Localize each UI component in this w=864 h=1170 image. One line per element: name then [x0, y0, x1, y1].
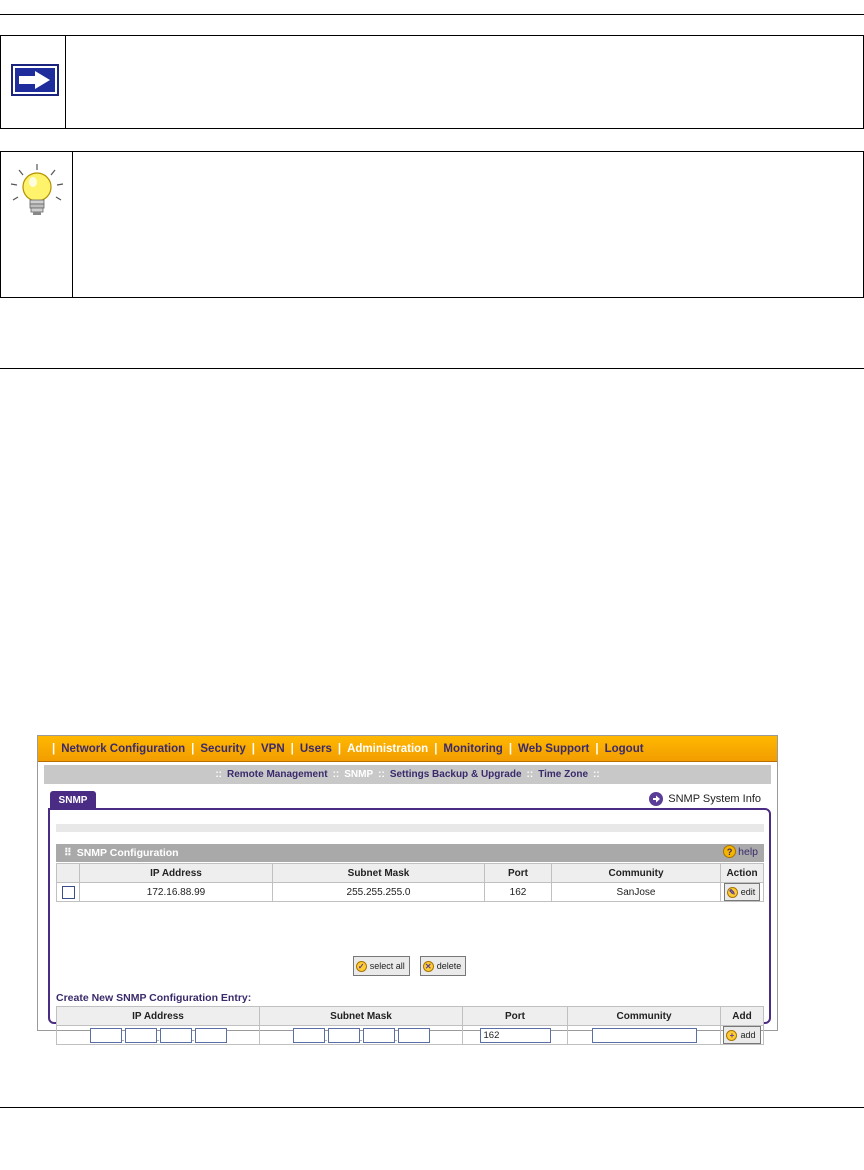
row-ip: 172.16.88.99 [79, 882, 273, 902]
nav-web-support[interactable]: Web Support [518, 743, 589, 755]
help-link[interactable]: ? help [723, 845, 758, 858]
x-icon: ✕ [422, 960, 434, 972]
subnav-time-zone[interactable]: Time Zone [538, 769, 588, 780]
grip-icon: ⠿ [64, 847, 72, 859]
select-all-button[interactable]: ✓ select all [352, 956, 410, 976]
arrow-circle-icon [649, 792, 664, 806]
note-divider [65, 36, 66, 128]
subnav-snmp[interactable]: SNMP [344, 769, 373, 780]
create-entry-title: Create New SNMP Configuration Entry: [56, 992, 252, 1004]
nav-administration[interactable]: Administration [347, 743, 428, 755]
edit-button[interactable]: ✎ edit [723, 883, 761, 901]
subnav-remote-management[interactable]: Remote Management [227, 769, 328, 780]
row-checkbox[interactable] [61, 885, 75, 899]
check-icon: ✓ [355, 960, 367, 972]
new-ip-octet-4[interactable] [194, 1027, 227, 1043]
nav-security[interactable]: Security [200, 743, 245, 755]
snmp-system-info-link[interactable]: SNMP System Info [649, 792, 761, 806]
create-col-ip: IP Address [56, 1006, 260, 1026]
col-community: Community [551, 863, 721, 883]
new-ip-fields: ... [56, 1025, 260, 1045]
sub-navigation: :: Remote Management :: SNMP :: Settings… [44, 765, 771, 784]
new-ip-octet-2[interactable] [124, 1027, 157, 1043]
new-community-input[interactable] [591, 1027, 697, 1043]
nav-vpn[interactable]: VPN [261, 743, 285, 755]
snmp-config-header: ⠿ SNMP Configuration ? help [56, 844, 764, 862]
nav-monitoring[interactable]: Monitoring [443, 743, 502, 755]
create-col-port: Port [462, 1006, 568, 1026]
create-col-add: Add [720, 1006, 764, 1026]
lightbulb-icon [7, 162, 67, 224]
create-entry-row: ... ... 162 + add [56, 1025, 764, 1045]
snmp-config-table: IP Address Subnet Mask Port Community Ac… [56, 863, 764, 902]
snmp-system-info-label: SNMP System Info [668, 793, 761, 805]
col-ip-address: IP Address [79, 863, 273, 883]
add-label: add [740, 1030, 756, 1040]
col-port: Port [484, 863, 552, 883]
edit-label: edit [740, 887, 756, 897]
new-ip-octet-3[interactable] [159, 1027, 192, 1043]
create-col-community: Community [567, 1006, 721, 1026]
table-row: 172.16.88.99 255.255.255.0 162 SanJose ✎… [56, 882, 764, 902]
router-ui-screenshot: | Network Configuration | Security | VPN… [37, 735, 778, 1045]
subnav-settings-backup[interactable]: Settings Backup & Upgrade [390, 769, 522, 780]
delete-button[interactable]: ✕ delete [419, 956, 467, 976]
add-button[interactable]: + add [723, 1026, 761, 1044]
new-port-input[interactable]: 162 [479, 1027, 551, 1043]
help-label: help [738, 845, 758, 858]
nav-logout[interactable]: Logout [605, 743, 644, 755]
action-buttons: ✓ select all ✕ delete [50, 956, 769, 976]
new-mask-octet-1[interactable] [292, 1027, 325, 1043]
right-arrow-icon [11, 64, 59, 96]
nav-users[interactable]: Users [300, 743, 332, 755]
col-select [56, 863, 80, 883]
note-box [0, 35, 864, 129]
new-mask-octet-3[interactable] [362, 1027, 395, 1043]
top-rule [0, 14, 864, 15]
plus-icon: + [726, 1029, 738, 1041]
row-mask: 255.255.255.0 [272, 882, 485, 902]
top-navigation: | Network Configuration | Security | VPN… [38, 736, 777, 762]
section-rule [0, 368, 864, 369]
new-mask-fields: ... [259, 1025, 463, 1045]
delete-label: delete [436, 961, 462, 971]
pencil-icon: ✎ [726, 886, 738, 898]
tip-divider [72, 152, 73, 297]
new-mask-octet-2[interactable] [327, 1027, 360, 1043]
create-entry-table: IP Address Subnet Mask Port Community Ad… [56, 1006, 764, 1045]
spacer-bar [56, 824, 764, 832]
bottom-rule [0, 1107, 864, 1108]
col-subnet-mask: Subnet Mask [272, 863, 485, 883]
snmp-panel: ⠿ SNMP Configuration ? help IP Address S… [48, 808, 771, 1045]
tip-box [0, 151, 864, 298]
new-mask-octet-4[interactable] [397, 1027, 430, 1043]
new-ip-octet-1[interactable] [89, 1027, 122, 1043]
tab-snmp[interactable]: SNMP [50, 791, 96, 809]
select-all-label: select all [369, 961, 405, 971]
row-port: 162 [484, 882, 552, 902]
row-community: SanJose [551, 882, 721, 902]
snmp-config-title: SNMP Configuration [76, 847, 179, 859]
nav-network-configuration[interactable]: Network Configuration [61, 743, 185, 755]
help-icon: ? [723, 845, 737, 858]
create-col-mask: Subnet Mask [259, 1006, 463, 1026]
col-action: Action [720, 863, 764, 883]
